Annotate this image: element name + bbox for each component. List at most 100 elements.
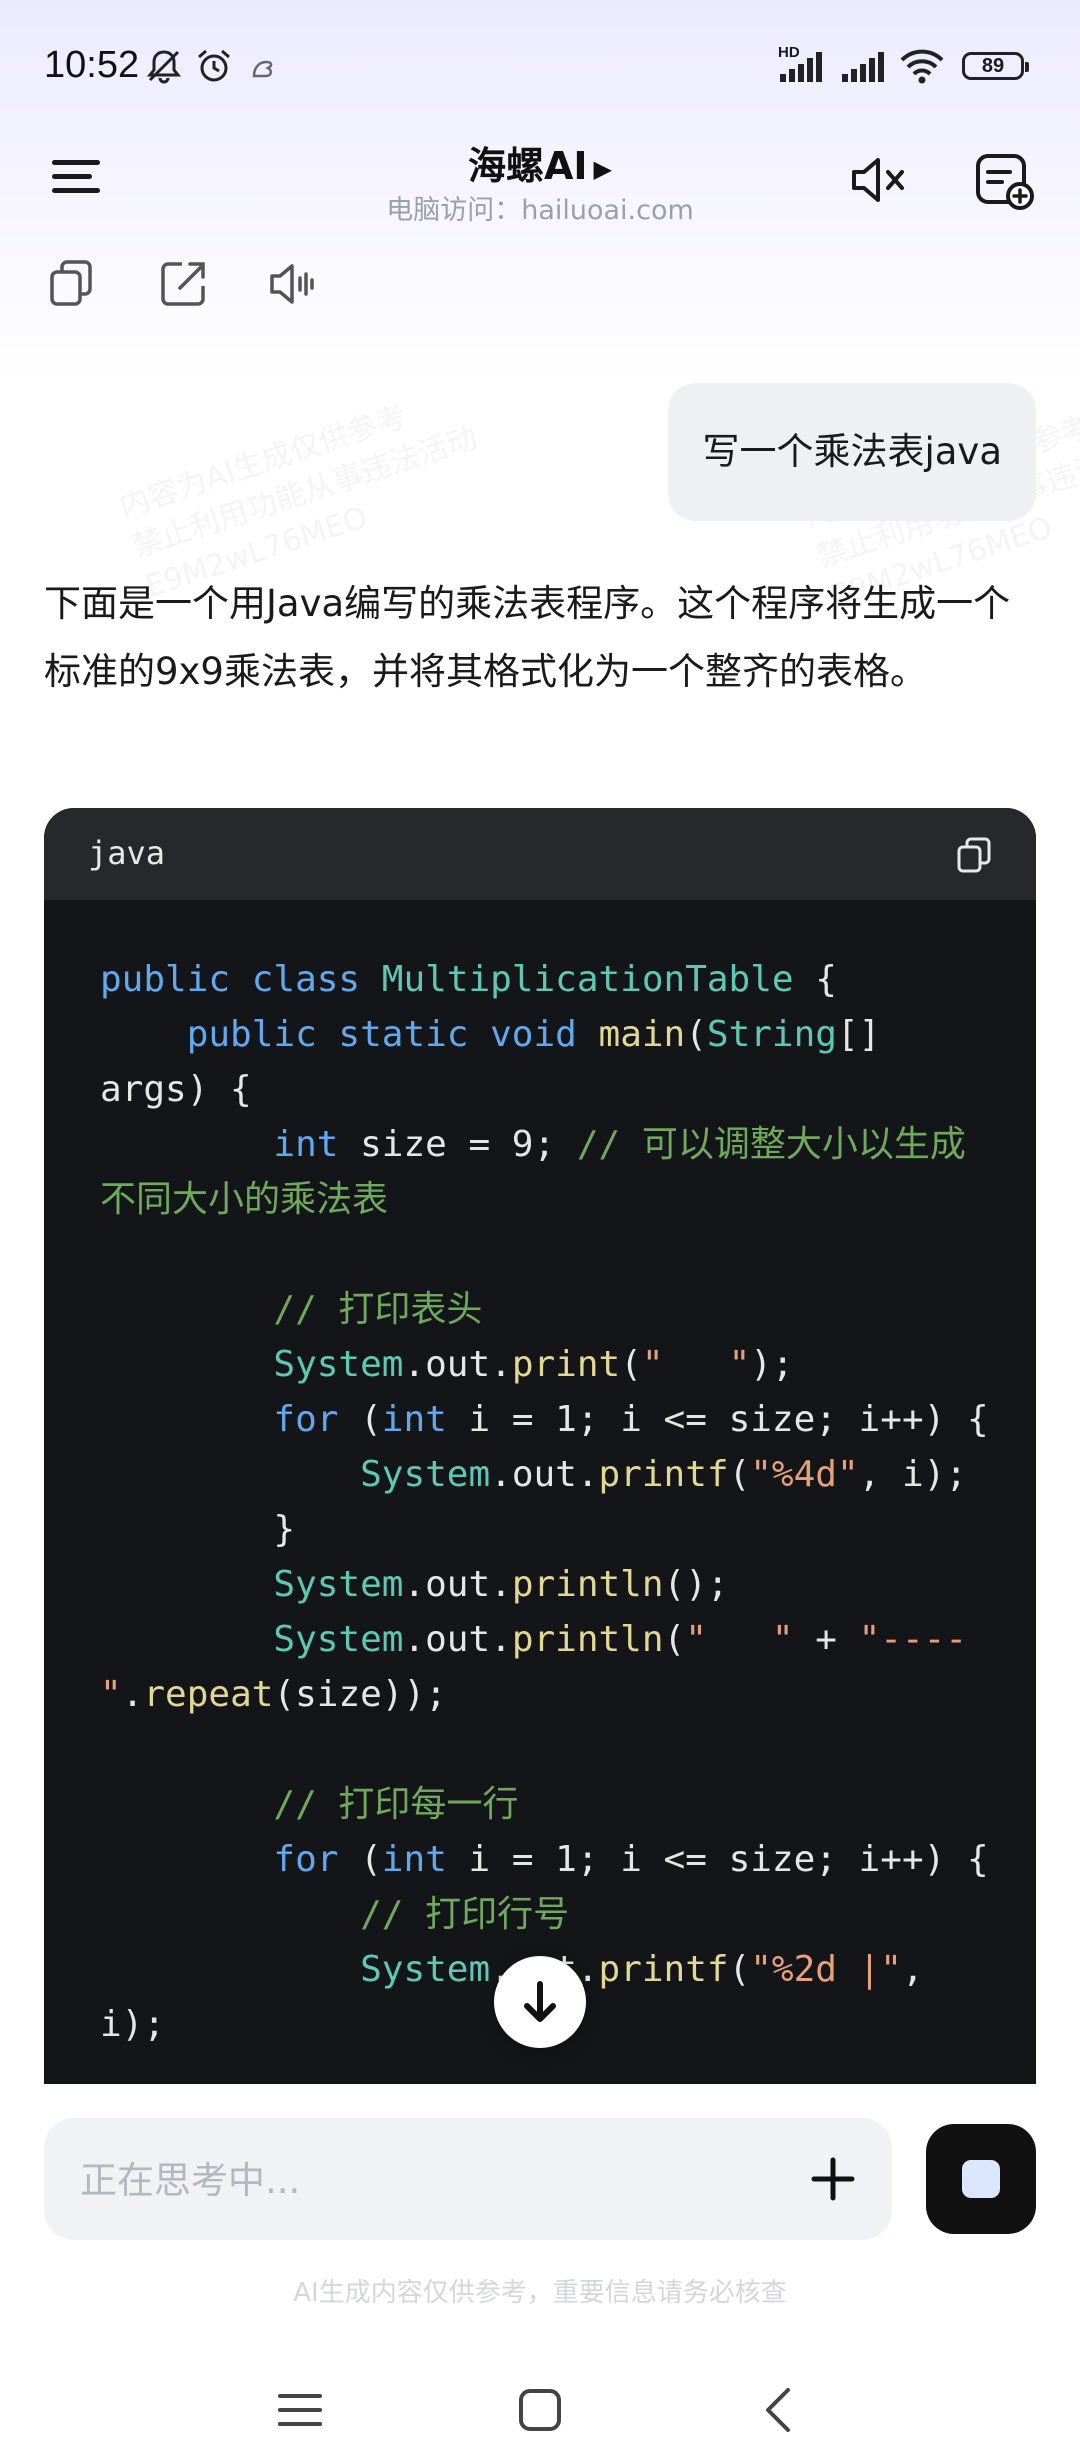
- code-token: System: [360, 1949, 491, 1990]
- speaker-icon[interactable]: [268, 258, 318, 310]
- ai-disclaimer: AI生成内容仅供参考，重要信息请务必核查: [293, 2278, 787, 2308]
- code-line: // 打印每一行: [100, 1777, 1036, 1832]
- user-message: 写一个乘法表java: [668, 383, 1036, 521]
- code-token: {: [793, 959, 837, 1000]
- code-token: }: [100, 1509, 296, 1550]
- code-token: int: [273, 1124, 361, 1165]
- share-icon[interactable]: [158, 258, 208, 310]
- code-token: System: [273, 1344, 404, 1385]
- copy-code-icon[interactable]: [956, 836, 994, 874]
- scroll-to-bottom-button[interactable]: [494, 1956, 586, 2048]
- code-token: .out.: [403, 1564, 512, 1605]
- code-token: MultiplicationTable: [381, 959, 794, 1000]
- code-token: "%2d |": [750, 1949, 902, 1990]
- back-icon[interactable]: [752, 2382, 808, 2438]
- code-token: // 打印行号: [360, 1894, 570, 1935]
- code-token: (: [360, 1839, 382, 1880]
- chat-input[interactable]: [78, 2118, 782, 2242]
- app-title: 海螺AI: [467, 144, 588, 188]
- stop-generation-button[interactable]: [926, 2124, 1036, 2234]
- code-token: // 打印每一行: [273, 1784, 519, 1825]
- code-token: size = 9;: [360, 1124, 577, 1165]
- code-token: int: [381, 1399, 469, 1440]
- code-line: public static void main(String[]: [100, 1007, 1036, 1062]
- alarm-icon: [198, 49, 230, 82]
- stop-icon: [962, 2160, 1000, 2198]
- code-line: int size = 9; // 可以调整大小以生成: [100, 1117, 1036, 1172]
- code-token: "%4d": [750, 1454, 859, 1495]
- battery-indicator: 89: [962, 52, 1029, 80]
- code-block: java public class MultiplicationTable { …: [44, 808, 1036, 2084]
- code-token: System: [360, 1454, 491, 1495]
- code-token: println: [511, 1619, 664, 1660]
- code-token: ": [100, 1674, 122, 1715]
- recent-apps-icon[interactable]: [272, 2382, 328, 2438]
- speaker-muted-icon[interactable]: [848, 148, 912, 212]
- web-access-hint: 电脑访问：hailuoai.com: [386, 195, 694, 226]
- plus-icon[interactable]: [810, 2156, 856, 2202]
- code-token: i = 1; i <= size; i++) {: [468, 1399, 989, 1440]
- code-token: .out.: [490, 1454, 599, 1495]
- code-token: (: [728, 1454, 751, 1495]
- code-token: (: [685, 1014, 707, 1055]
- new-chat-icon[interactable]: [972, 148, 1036, 212]
- code-line: args) {: [100, 1062, 1036, 1117]
- code-line: System.out.print(" ");: [100, 1337, 1036, 1392]
- code-line: for (int i = 1; i <= size; i++) {: [100, 1832, 1036, 1887]
- code-token: +: [793, 1619, 859, 1660]
- code-token: public class: [100, 959, 382, 1000]
- copy-icon[interactable]: [48, 258, 98, 310]
- code-token: System: [273, 1619, 404, 1660]
- code-token: // 可以调整大小以生成: [576, 1124, 966, 1165]
- code-token: print: [511, 1344, 621, 1385]
- code-token: repeat: [143, 1674, 274, 1715]
- code-token: );: [750, 1344, 794, 1385]
- code-token: printf: [598, 1454, 729, 1495]
- assistant-reply-text: 下面是一个用Java编写的乘法表程序。这个程序将生成一个标准的9x9乘法表，并将…: [44, 582, 1011, 693]
- code-line: // 打印表头: [100, 1282, 1036, 1337]
- code-token: (size));: [273, 1674, 447, 1715]
- code-token: ();: [663, 1564, 729, 1605]
- code-token: for: [273, 1839, 361, 1880]
- code-token: " ": [685, 1619, 794, 1660]
- home-icon[interactable]: [512, 2382, 568, 2438]
- code-token: (: [663, 1619, 686, 1660]
- clock: 10:52: [44, 44, 140, 86]
- cellular-signal-icon: [842, 52, 884, 82]
- code-line: System.out.println();: [100, 1557, 1036, 1612]
- code-token: , i);: [858, 1454, 967, 1495]
- code-token: for: [273, 1399, 361, 1440]
- code-token: main: [598, 1014, 686, 1055]
- code-token: println: [511, 1564, 664, 1605]
- code-token: "----: [858, 1619, 967, 1660]
- play-triangle-icon: ▶: [593, 154, 613, 183]
- code-token: public static void: [186, 1014, 599, 1055]
- code-token: " ": [641, 1344, 751, 1385]
- code-token: ,: [901, 1949, 924, 1990]
- code-language-label: java: [88, 834, 166, 872]
- code-token: // 打印表头: [273, 1289, 483, 1330]
- system-nav-bar: [0, 2360, 1080, 2460]
- app-notification-icon: [252, 60, 273, 78]
- code-token: args) {: [100, 1069, 252, 1110]
- code-token: .out.: [403, 1619, 512, 1660]
- code-token: 不同大小的乘法表: [100, 1179, 389, 1220]
- page-title[interactable]: 海螺AI ▶: [0, 135, 1080, 190]
- code-line: public class MultiplicationTable {: [100, 952, 1036, 1007]
- code-token: int: [381, 1839, 469, 1880]
- app-header: 海螺AI ▶ 电脑访问：hailuoai.com: [0, 130, 1080, 240]
